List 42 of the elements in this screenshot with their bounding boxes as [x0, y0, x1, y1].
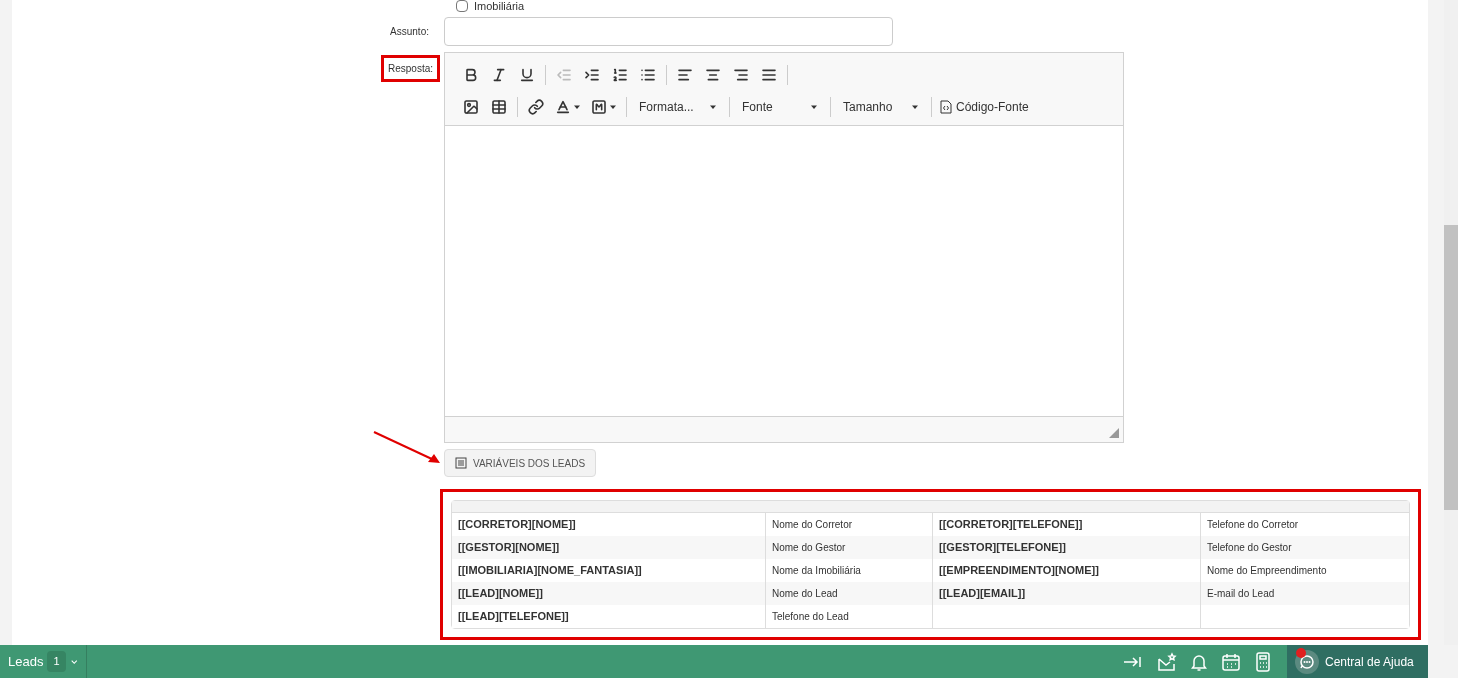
caret-icon [911, 103, 919, 111]
variable-description: Telefone do Lead [772, 610, 849, 624]
variable-description: Nome do Lead [772, 587, 838, 601]
help-center-button[interactable]: Central de Ajuda [1287, 645, 1428, 678]
field-label: Resposta: [380, 55, 440, 82]
variable-description: E-mail do Lead [1207, 587, 1275, 601]
checkbox-label: Imobiliária [474, 0, 525, 12]
scrollbar-thumb[interactable] [1444, 225, 1458, 510]
toolbar-dropdown[interactable]: Fonte [734, 93, 826, 121]
variable-description: Nome do Corretor [772, 518, 853, 532]
calendar-icon[interactable] [1221, 651, 1241, 672]
field-label: Assunto: [389, 25, 430, 39]
leads-label[interactable]: Leads [8, 651, 44, 672]
annotation-arrow [372, 430, 442, 466]
toolbar-dropdown[interactable]: Formata... [631, 93, 725, 121]
variable-code: [[EMPREENDIMENTO][NOME]] [939, 563, 1099, 579]
resize-handle-icon[interactable] [1109, 428, 1119, 438]
list-icon [455, 457, 467, 469]
mail-star-icon[interactable] [1157, 651, 1177, 672]
code-file-icon [940, 100, 952, 114]
variable-description: Nome da Imobiliária [772, 564, 861, 578]
variable-description: Telefone do Gestor [1207, 541, 1292, 555]
variable-description: Nome do Gestor [772, 541, 846, 555]
variable-code: [[CORRETOR][TELEFONE]] [939, 517, 1083, 533]
variable-code: [[LEAD][EMAIL]] [939, 586, 1026, 602]
variable-code: [[LEAD][NOME]] [458, 586, 543, 602]
variable-code: [[IMOBILIARIA][NOME_FANTASIA]] [458, 563, 642, 579]
variable-code: [[CORRETOR][NOME]] [458, 517, 576, 533]
variable-description: Telefone do Corretor [1207, 518, 1299, 532]
subject-input-field[interactable] [444, 17, 893, 46]
calculator-icon[interactable] [1255, 651, 1271, 672]
checkbox[interactable] [456, 0, 468, 12]
variable-code: [[GESTOR][TELEFONE]] [939, 540, 1066, 556]
source-code-button[interactable]: Código-Fonte [936, 93, 1033, 121]
caret-icon [810, 103, 818, 111]
toolbar-dropdown[interactable]: Tamanho [835, 93, 927, 121]
caret-icon [709, 103, 717, 111]
variable-code: [[GESTOR][NOME]] [458, 540, 560, 556]
variables-button[interactable]: VARIÁVEIS DOS LEADS [444, 449, 597, 477]
variable-code: [[LEAD][TELEFONE]] [458, 609, 569, 625]
variable-description: Nome do Empreendimento [1207, 564, 1327, 578]
leads-count: 1 [47, 651, 66, 672]
